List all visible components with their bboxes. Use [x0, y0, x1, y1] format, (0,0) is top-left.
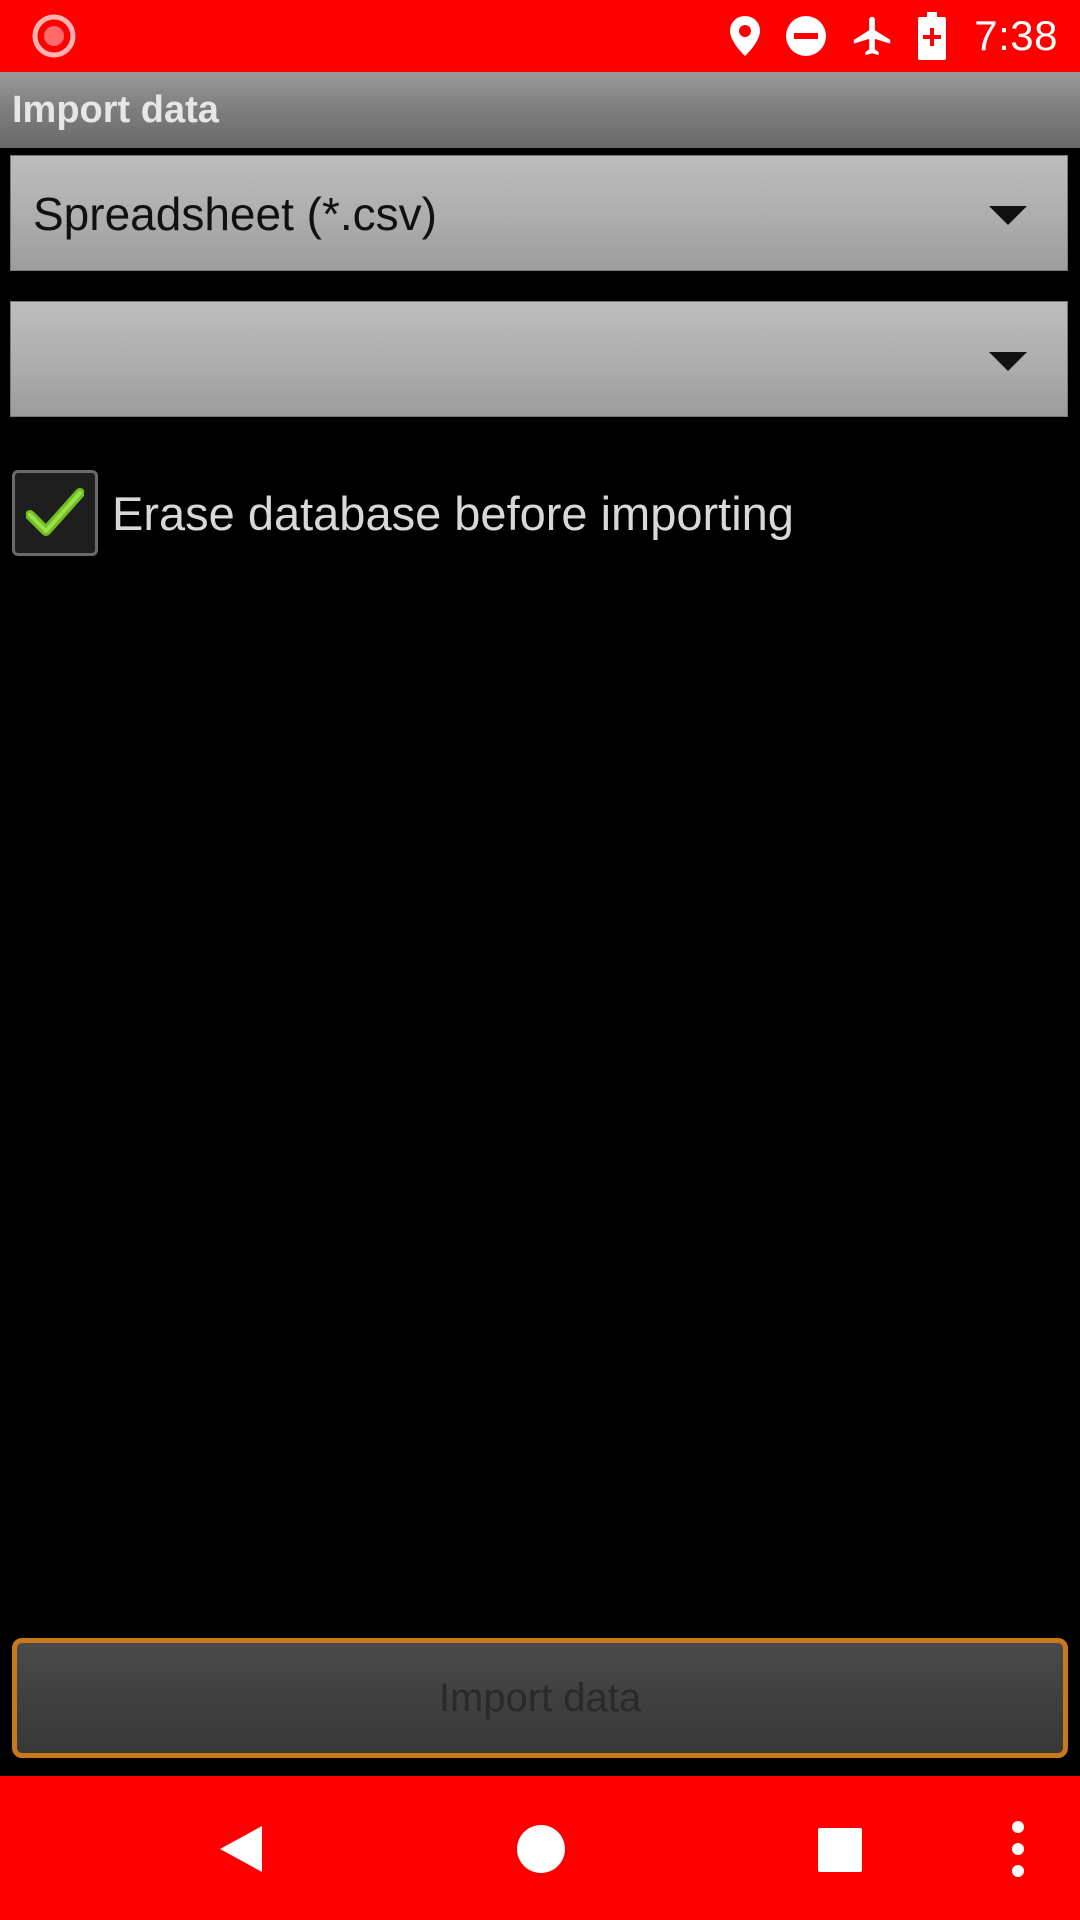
navigation-bar [0, 1776, 1080, 1920]
erase-database-option[interactable]: Erase database before importing [12, 466, 794, 560]
home-icon[interactable] [516, 1824, 566, 1874]
back-icon[interactable] [216, 1824, 264, 1874]
title-bar: Import data [0, 72, 1080, 148]
status-time: 7:38 [974, 12, 1058, 59]
import-data-button-label: Import data [438, 1675, 642, 1720]
dropdown-arrow-icon [989, 352, 1027, 371]
import-data-button[interactable]: Import data [12, 1638, 1068, 1758]
do-not-disturb-icon [786, 16, 827, 56]
erase-database-checkbox[interactable] [12, 470, 98, 556]
page-title: Import data [12, 89, 219, 131]
checkmark-icon [26, 488, 84, 536]
file-dropdown[interactable] [10, 301, 1068, 417]
airplane-mode-icon [854, 16, 891, 56]
dropdown-arrow-icon [989, 206, 1027, 225]
location-icon [730, 16, 761, 56]
more-options-icon[interactable] [1010, 1820, 1026, 1878]
screen-record-icon [32, 14, 76, 58]
battery-charging-icon [918, 12, 947, 60]
status-bar: 7:38 [0, 0, 1080, 72]
status-icons: 7:38 [728, 0, 1058, 72]
recents-icon[interactable] [818, 1828, 862, 1872]
screen: 7:38 Import data Spreadsheet (*.csv) Era… [0, 0, 1080, 1920]
format-dropdown-value: Spreadsheet (*.csv) [33, 188, 437, 240]
erase-database-label: Erase database before importing [112, 486, 794, 540]
format-dropdown[interactable]: Spreadsheet (*.csv) [10, 155, 1068, 271]
